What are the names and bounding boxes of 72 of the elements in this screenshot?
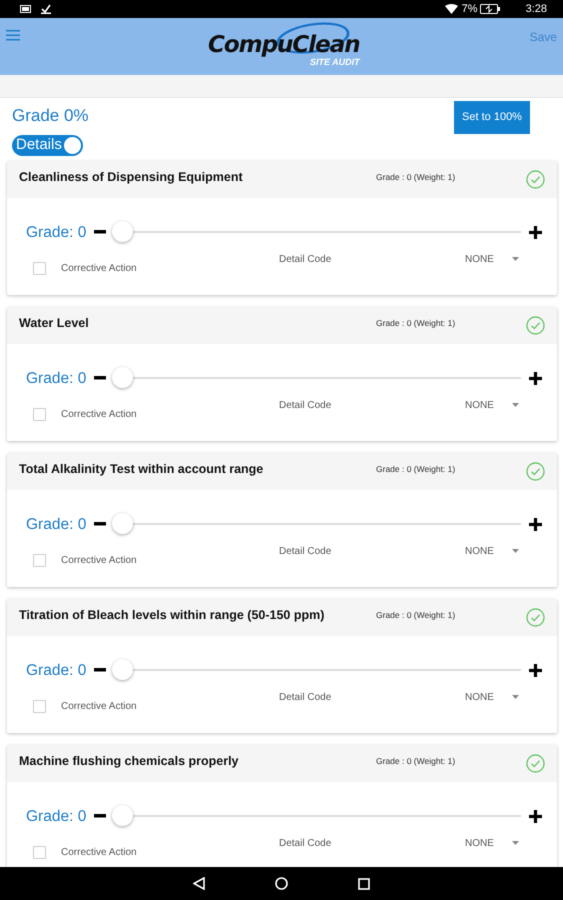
checkbox-label: Corrective Action — [61, 262, 138, 276]
checkbox[interactable] — [33, 262, 46, 275]
item-title: Titration of Bleach levels within range (50-150 ppm) — [19, 606, 326, 624]
detail-code-dropdown[interactable]: NONE — [465, 836, 519, 851]
item-title: Water Level — [19, 314, 90, 332]
wifi-icon — [444, 4, 458, 14]
check-circle-icon — [526, 462, 545, 480]
back-icon[interactable] — [193, 877, 205, 890]
caret-icon — [512, 257, 519, 262]
minus-icon[interactable] — [94, 230, 106, 234]
item-title: Cleanliness of Dispensing Equipment — [19, 168, 244, 186]
check-circle-icon — [526, 608, 545, 626]
detail-code-label: Detail Code — [279, 544, 332, 559]
slider-thumb[interactable] — [112, 513, 134, 534]
grade-label: Grade: 0 — [26, 222, 86, 242]
slider-thumb[interactable] — [112, 367, 134, 388]
checkbox-label: Corrective Action — [61, 846, 138, 860]
detail-code-label: Detail Code — [279, 690, 332, 705]
detail-code-dropdown[interactable]: NONE — [465, 398, 519, 413]
plus-icon[interactable] — [529, 372, 542, 385]
caret-icon — [512, 403, 519, 408]
grade-label: Grade: 0 — [26, 806, 86, 826]
grade-weight-text: Grade : 0 (Weight: 1) — [376, 608, 456, 622]
grade-percent: Grade 0% — [12, 105, 89, 127]
item-title: Machine flushing chemicals properly — [19, 752, 240, 770]
checkbox-label: Corrective Action — [61, 554, 138, 568]
grade-weight-text: Grade : 0 (Weight: 1) — [376, 462, 456, 476]
battery-icon — [480, 4, 500, 14]
checkbox[interactable] — [33, 408, 46, 421]
detail-code-label: Detail Code — [279, 398, 332, 413]
grade-weight-text: Grade : 0 (Weight: 1) — [376, 754, 456, 768]
check-circle-icon — [526, 170, 545, 188]
checkbox[interactable] — [33, 846, 46, 859]
plus-icon[interactable] — [529, 226, 542, 239]
checkbox-label: Corrective Action — [61, 700, 138, 714]
plus-icon[interactable] — [529, 810, 542, 823]
grade-label: Grade: 0 — [26, 514, 86, 534]
detail-code-label: Detail Code — [279, 252, 332, 267]
checkbox[interactable] — [33, 554, 46, 567]
item-title: Total Alkalinity Test within account range — [19, 460, 264, 478]
detail-code-dropdown[interactable]: NONE — [465, 690, 519, 705]
minus-icon[interactable] — [94, 668, 106, 672]
checkbox-label: Corrective Action — [61, 408, 138, 422]
screen-icon — [20, 4, 31, 14]
minus-icon[interactable] — [94, 522, 106, 526]
plus-icon[interactable] — [529, 664, 542, 677]
slider-thumb[interactable] — [112, 659, 134, 680]
caret-icon — [512, 841, 519, 846]
recents-icon[interactable] — [358, 878, 370, 890]
grade-label: Grade: 0 — [26, 660, 86, 680]
slider-thumb[interactable] — [112, 805, 134, 826]
set-to-100-button[interactable]: Set to 100% — [454, 101, 530, 134]
details-toggle[interactable]: Details — [12, 134, 83, 156]
detail-code-label: Detail Code — [279, 836, 332, 851]
caret-icon — [512, 549, 519, 554]
checkbox[interactable] — [33, 700, 46, 713]
check-circle-icon — [526, 754, 545, 772]
caret-icon — [512, 695, 519, 700]
detail-code-dropdown[interactable]: NONE — [465, 544, 519, 559]
minus-icon[interactable] — [94, 814, 106, 818]
plus-icon[interactable] — [529, 518, 542, 531]
grade-label: Grade: 0 — [26, 368, 86, 388]
grade-weight-text: Grade : 0 (Weight: 1) — [376, 316, 456, 330]
logo: CompuClean SITE AUDIT — [208, 20, 362, 67]
battery-text: 7% — [462, 2, 478, 17]
slider-thumb[interactable] — [112, 221, 134, 242]
detail-code-dropdown[interactable]: NONE — [465, 252, 519, 267]
home-icon[interactable] — [275, 877, 288, 890]
grade-weight-text: Grade : 0 (Weight: 1) — [376, 170, 456, 184]
minus-icon[interactable] — [94, 376, 106, 380]
clock-text: 3:28 — [526, 2, 547, 17]
check-circle-icon — [526, 316, 545, 334]
